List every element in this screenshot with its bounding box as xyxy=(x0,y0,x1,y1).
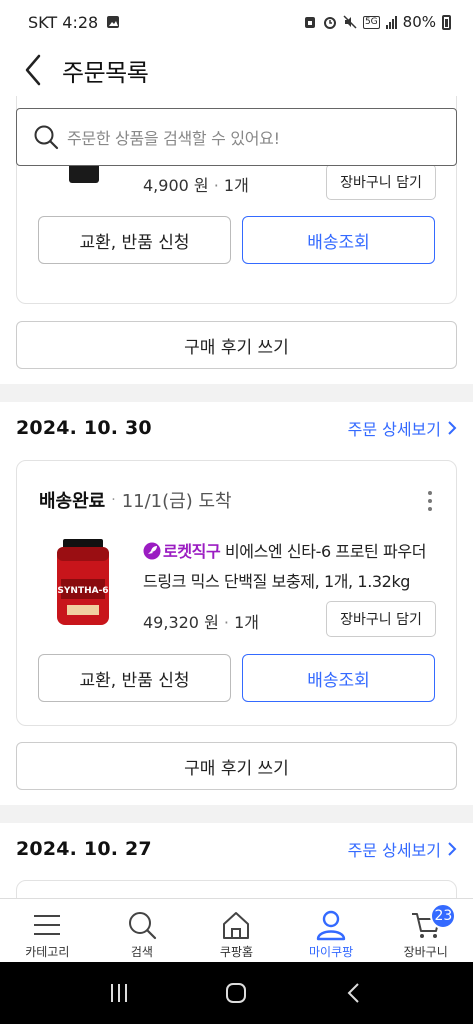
home-button-icon[interactable] xyxy=(223,980,249,1006)
write-review-button[interactable]: 구매 후기 쓰기 xyxy=(16,742,457,790)
lock-icon xyxy=(304,17,315,28)
chevron-right-icon xyxy=(448,421,457,435)
signal-icon xyxy=(385,15,397,29)
product-image[interactable]: SYNTHA-6 xyxy=(53,539,113,627)
chevron-left-icon xyxy=(25,54,41,86)
quantity: 1개 xyxy=(234,613,259,632)
track-delivery-button[interactable]: 배송조회 xyxy=(242,654,435,702)
quantity: 1개 xyxy=(223,176,249,195)
nav-cart[interactable]: 장바구니 23 xyxy=(378,899,473,962)
nav-label: 카테고리 xyxy=(25,945,70,959)
battery-icon xyxy=(442,14,451,30)
carrier-time: SKT 4:28 xyxy=(28,12,99,32)
user-icon xyxy=(316,910,346,941)
mute-icon xyxy=(343,15,357,29)
network-label: 5G xyxy=(362,15,380,29)
order-card: 배송완료 · 11/1(금) 도착 SYNTHA-6 로켓직구 비에스엔 신타-… xyxy=(16,460,457,726)
write-review-button[interactable]: 구매 후기 쓰기 xyxy=(16,321,457,369)
nav-home[interactable]: 쿠팡홈 xyxy=(189,899,284,962)
system-navigation-bar xyxy=(0,962,473,1024)
add-to-cart-button[interactable]: 장바구니 담기 xyxy=(326,164,436,200)
page-title: 주문목록 xyxy=(62,58,149,87)
order-list[interactable]: 4,900 원 · 1개 장바구니 담기 교환, 반품 신청 배송조회 구매 후… xyxy=(0,96,473,898)
nav-label: 장바구니 xyxy=(403,945,448,959)
order-date: 2024. 10. 30 xyxy=(16,417,152,439)
app-header: 주문목록 xyxy=(0,44,473,96)
track-delivery-button[interactable]: 배송조회 xyxy=(242,216,435,264)
separator: · xyxy=(111,492,116,508)
add-to-cart-button[interactable]: 장바구니 담기 xyxy=(326,601,436,637)
price-line: 4,900 원 · 1개 xyxy=(143,172,249,196)
gallery-icon xyxy=(107,16,120,28)
product-title[interactable]: 로켓직구 비에스엔 신타-6 프로틴 파우더 드링크 믹스 단백질 보충제, 1… xyxy=(143,537,443,597)
product-image-label: SYNTHA-6 xyxy=(57,586,108,596)
status-bar: SKT 4:28 5G 80% xyxy=(0,0,473,44)
more-options-icon[interactable] xyxy=(420,487,440,515)
search-icon xyxy=(128,912,156,940)
menu-icon xyxy=(34,915,61,935)
order-header: 2024. 10. 30 주문 상세보기 xyxy=(16,413,457,443)
bottom-navigation: 카테고리 검색 쿠팡홈 마이쿠팡 장바구니 23 xyxy=(0,898,473,962)
search-input[interactable]: 주문한 상품을 검색할 수 있어요! xyxy=(67,125,280,149)
order-card xyxy=(16,880,457,898)
nav-label: 마이쿠팡 xyxy=(308,945,354,959)
back-nav-icon[interactable] xyxy=(341,980,367,1006)
rocket-badge: 로켓직구 xyxy=(163,542,221,561)
home-icon xyxy=(223,912,250,939)
order-detail-link[interactable]: 주문 상세보기 xyxy=(348,416,457,440)
order-detail-link[interactable]: 주문 상세보기 xyxy=(348,837,457,861)
search-icon xyxy=(34,125,59,150)
recent-apps-icon[interactable] xyxy=(106,980,132,1006)
section-divider xyxy=(0,805,473,823)
battery-percent: 80% xyxy=(402,13,436,31)
alarm-icon xyxy=(323,17,336,29)
price-line: 49,320 원 · 1개 xyxy=(143,609,259,633)
chevron-right-icon xyxy=(448,842,457,856)
separator: · xyxy=(213,176,224,195)
cart-count-badge: 23 xyxy=(430,903,457,929)
separator: · xyxy=(223,613,235,632)
section-divider xyxy=(0,384,473,402)
back-button[interactable] xyxy=(18,50,48,90)
order-detail-label: 주문 상세보기 xyxy=(347,841,441,860)
order-header: 2024. 10. 27 주문 상세보기 xyxy=(16,834,457,864)
order-date: 2024. 10. 27 xyxy=(16,838,152,860)
nav-category[interactable]: 카테고리 xyxy=(0,899,95,962)
arrival-date: 11/1(금) 도착 xyxy=(121,491,232,512)
nav-label: 쿠팡홈 xyxy=(219,945,254,959)
order-detail-label: 주문 상세보기 xyxy=(347,420,441,439)
price: 4,900 원 xyxy=(143,176,209,195)
exchange-return-button[interactable]: 교환, 반품 신청 xyxy=(38,216,231,264)
rocket-icon xyxy=(143,542,161,560)
exchange-return-button[interactable]: 교환, 반품 신청 xyxy=(38,654,231,702)
nav-search[interactable]: 검색 xyxy=(95,899,190,962)
search-bar[interactable]: 주문한 상품을 검색할 수 있어요! xyxy=(16,108,457,166)
nav-label: 검색 xyxy=(130,945,153,959)
delivery-status: 배송완료 · 11/1(금) 도착 xyxy=(39,487,232,513)
nav-mycoupang[interactable]: 마이쿠팡 xyxy=(284,899,379,962)
status-label: 배송완료 xyxy=(39,491,106,512)
price: 49,320 원 xyxy=(143,613,219,632)
